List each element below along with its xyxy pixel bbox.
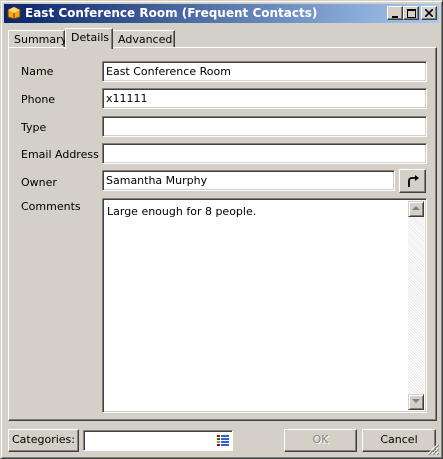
cancel-button[interactable]: Cancel bbox=[362, 429, 436, 452]
category-list-icon[interactable] bbox=[217, 435, 229, 446]
categories-field[interactable] bbox=[83, 430, 233, 451]
window-title: East Conference Room (Frequent Contacts) bbox=[25, 6, 318, 20]
title-bar[interactable]: East Conference Room (Frequent Contacts) bbox=[4, 4, 439, 23]
contact-dialog: East Conference Room (Frequent Contacts)… bbox=[0, 0, 443, 459]
close-icon bbox=[424, 8, 434, 18]
tab-details[interactable]: Details bbox=[65, 28, 113, 49]
contact-resource-icon bbox=[7, 6, 21, 20]
minimize-button[interactable] bbox=[387, 6, 403, 20]
ok-button[interactable]: OK bbox=[284, 429, 357, 452]
maximize-button[interactable] bbox=[403, 6, 419, 20]
resize-grip-icon[interactable] bbox=[427, 443, 439, 455]
close-button[interactable] bbox=[421, 6, 437, 20]
details-panel bbox=[8, 47, 437, 421]
tab-advanced[interactable]: Advanced bbox=[112, 30, 175, 48]
minimize-icon bbox=[392, 16, 398, 18]
maximize-icon bbox=[406, 9, 416, 18]
categories-button[interactable]: Categories: bbox=[8, 429, 79, 452]
tab-summary[interactable]: Summary bbox=[8, 30, 67, 48]
